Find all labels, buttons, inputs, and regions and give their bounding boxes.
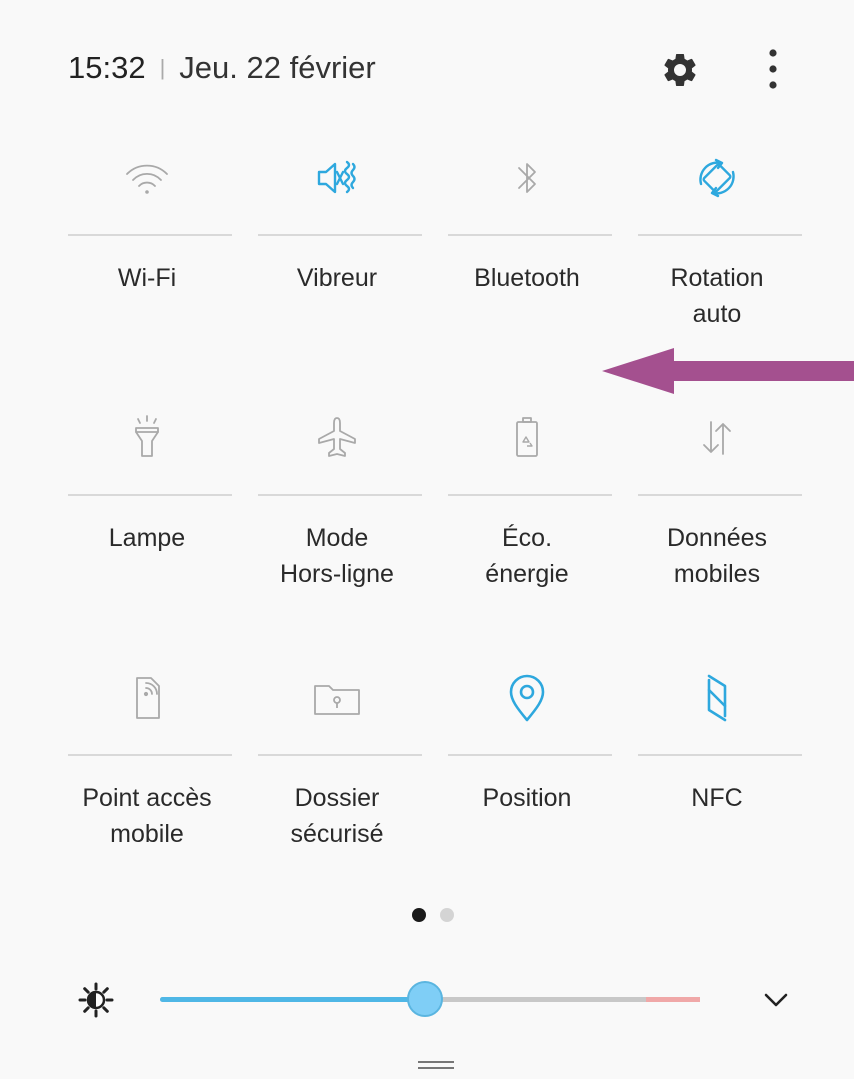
wifi-icon bbox=[126, 164, 168, 194]
tile-divider bbox=[68, 234, 232, 236]
tile-label: Position bbox=[482, 784, 572, 812]
tile-secure-folder[interactable]: Dossier sécurisé bbox=[252, 648, 422, 888]
tile-divider bbox=[638, 234, 802, 236]
tile-divider bbox=[448, 234, 612, 236]
tile-divider bbox=[258, 234, 422, 236]
tile-power-saving[interactable]: Éco. énergie bbox=[442, 388, 612, 628]
clock: 15:32 bbox=[68, 50, 146, 85]
tile-location[interactable]: Position bbox=[442, 648, 612, 888]
page-dot-1[interactable] bbox=[412, 908, 426, 922]
tile-bluetooth[interactable]: Bluetooth bbox=[442, 128, 612, 368]
tile-label: Rotation auto bbox=[670, 264, 764, 328]
tile-divider bbox=[638, 494, 802, 496]
tile-label: Wi-Fi bbox=[117, 264, 177, 292]
airplane-icon bbox=[318, 417, 356, 457]
tile-label: Mode Hors-ligne bbox=[280, 524, 394, 588]
date-label[interactable]: Jeu. 22 février bbox=[179, 50, 375, 86]
flashlight-icon bbox=[135, 415, 159, 457]
brightness-slider[interactable] bbox=[160, 980, 700, 1020]
status-header: 15:32 | Jeu. 22 février bbox=[68, 48, 376, 88]
tile-label: Éco. énergie bbox=[485, 524, 569, 588]
tile-nfc[interactable]: NFC bbox=[632, 648, 802, 888]
more-vertical-icon[interactable] bbox=[758, 44, 788, 94]
tile-divider bbox=[258, 494, 422, 496]
tile-label: Bluetooth bbox=[474, 264, 580, 292]
tile-divider bbox=[258, 754, 422, 756]
vibrate-icon bbox=[317, 160, 356, 194]
arrow-left-icon bbox=[602, 348, 854, 394]
tile-divider bbox=[68, 754, 232, 756]
tile-label: Dossier sécurisé bbox=[290, 784, 384, 848]
tile-flashlight[interactable]: Lampe bbox=[62, 388, 232, 628]
hotspot-icon bbox=[136, 677, 160, 719]
gear-icon[interactable] bbox=[660, 50, 700, 90]
tile-auto-rotate[interactable]: Rotation auto bbox=[632, 128, 802, 368]
brightness-icon bbox=[78, 982, 114, 1018]
page-dot-2[interactable] bbox=[440, 908, 454, 922]
slider-warning-zone bbox=[646, 997, 700, 1002]
tile-label: Point accès mobile bbox=[82, 784, 212, 848]
quick-settings-panel: 15:32 | Jeu. 22 février Wi-Fi Vibreur Bl… bbox=[0, 0, 854, 1079]
tile-divider bbox=[68, 494, 232, 496]
secure-folder-icon bbox=[314, 685, 360, 715]
nfc-icon bbox=[707, 674, 727, 722]
tile-label: Vibreur bbox=[296, 264, 378, 292]
tile-divider bbox=[638, 754, 802, 756]
tile-label: NFC bbox=[691, 784, 743, 812]
tile-divider bbox=[448, 494, 612, 496]
page-indicator bbox=[412, 908, 454, 922]
tile-airplane-mode[interactable]: Mode Hors-ligne bbox=[252, 388, 422, 628]
tile-mobile-hotspot[interactable]: Point accès mobile bbox=[62, 648, 232, 888]
slider-thumb[interactable] bbox=[406, 981, 443, 1017]
header-separator: | bbox=[159, 55, 166, 80]
tile-mobile-data[interactable]: Données mobiles bbox=[632, 388, 802, 628]
drag-handle-icon[interactable] bbox=[416, 1060, 456, 1070]
tile-vibrate[interactable]: Vibreur bbox=[252, 128, 422, 368]
bluetooth-icon bbox=[518, 163, 536, 193]
battery-saver-icon bbox=[516, 417, 538, 457]
location-icon bbox=[509, 674, 545, 722]
tile-label: Lampe bbox=[108, 524, 186, 552]
tile-wifi[interactable]: Wi-Fi bbox=[62, 128, 232, 368]
tile-divider bbox=[448, 754, 612, 756]
tile-label: Données mobiles bbox=[666, 524, 768, 588]
slider-fill bbox=[160, 997, 425, 1002]
chevron-down-icon[interactable] bbox=[760, 984, 792, 1016]
mobile-data-icon bbox=[703, 421, 731, 455]
auto-rotate-icon bbox=[699, 158, 735, 198]
